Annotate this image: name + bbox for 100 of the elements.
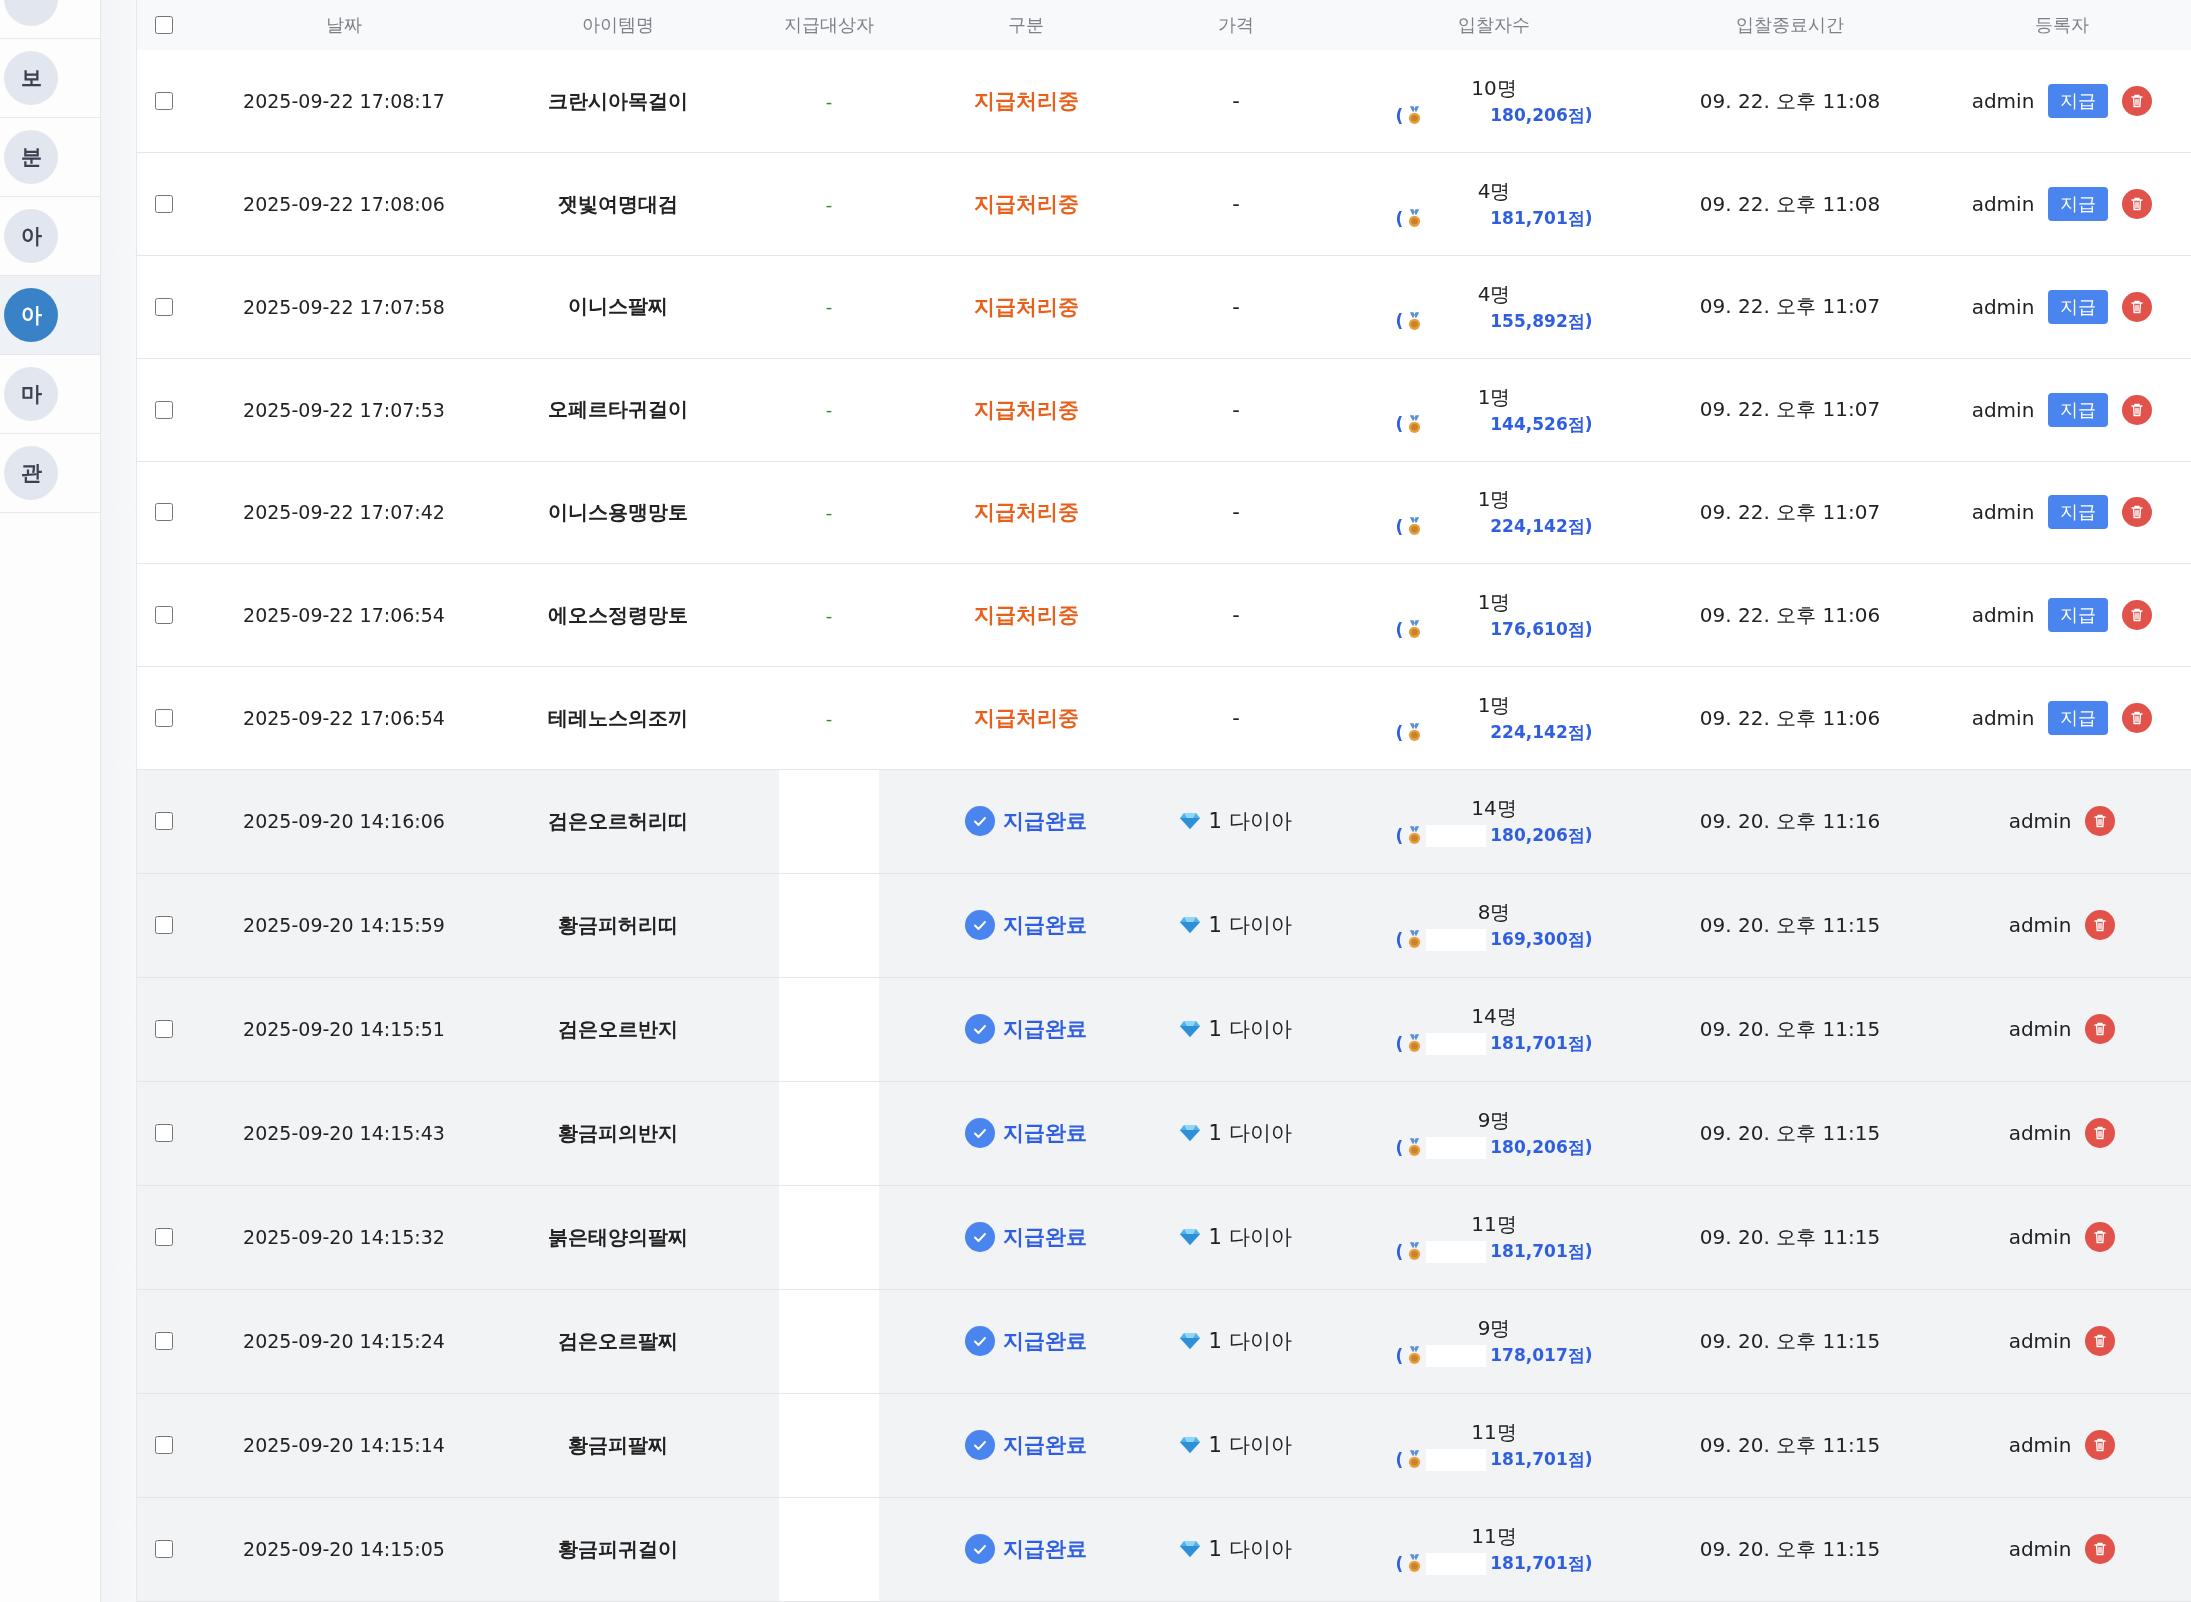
delete-button[interactable] [2085,1534,2116,1565]
pay-button[interactable]: 지급 [2048,392,2109,427]
item-name: 크란시아목걸이 [548,87,688,115]
trash-icon [2129,196,2146,213]
row-checkbox[interactable] [155,503,173,522]
row-checkbox[interactable] [155,92,173,111]
row-checkbox[interactable] [155,1332,173,1351]
trash-icon [2129,504,2146,521]
diamond-icon [1180,1436,1201,1455]
bid-paren: ( [1395,1450,1404,1470]
column-header: 아이템명 [582,13,654,38]
bid-paren: ( [1395,1034,1404,1054]
status-text: 지급완료 [1003,1536,1087,1564]
diamond-icon [1180,812,1201,831]
registrant-name: admin [2008,1225,2072,1250]
select-all-checkbox[interactable] [155,16,173,35]
status-text: 지급완료 [1003,808,1087,836]
column-header: 입찰자수 [1458,13,1530,38]
bidder-count: 8명 [1477,899,1511,927]
delete-button[interactable] [2085,1326,2116,1357]
menu-avatar-button[interactable]: 아 [4,288,58,342]
row-checkbox[interactable] [155,297,173,316]
pay-button[interactable]: 지급 [2048,495,2109,530]
row-checkbox[interactable] [155,916,173,935]
diamond-icon [1180,1124,1201,1143]
registrant-name: admin [1971,397,2035,422]
menu-avatar-button[interactable]: 마 [4,367,58,421]
pay-button[interactable]: 지급 [2048,84,2109,119]
end-time: 09. 22. 오후 11:07 [1699,499,1881,526]
trash-icon [2129,93,2146,110]
row-checkbox[interactable] [155,709,173,728]
end-time: 09. 22. 오후 11:07 [1699,293,1881,321]
row-checkbox[interactable] [155,400,173,419]
delete-button[interactable] [2085,1118,2116,1149]
end-time: 09. 22. 오후 11:07 [1699,396,1881,424]
check-circle-icon [965,1222,995,1253]
delete-button[interactable] [2122,86,2153,117]
registrant-name: admin [1971,192,2035,217]
bidder-count: 10명 [1471,75,1517,103]
diamond-icon [1180,1332,1201,1351]
trash-icon [2092,1333,2109,1350]
delete-button[interactable] [2122,291,2153,322]
registrant-name: admin [2008,1433,2072,1458]
price-text: - [1232,706,1240,731]
item-name: 잿빛여명대검 [558,190,678,218]
bidder-count: 11명 [1471,1523,1517,1551]
price-text: 1 다이아 [1208,912,1292,940]
delete-button[interactable] [2085,806,2116,837]
status-text: 지급완료 [1003,1224,1087,1252]
row-checkbox[interactable] [155,1436,173,1455]
pay-button[interactable]: 지급 [2048,598,2109,633]
row-checkbox[interactable] [155,1540,173,1559]
end-time: 09. 20. 오후 11:15 [1699,1432,1881,1459]
trash-icon [2129,607,2146,624]
bid-paren: ( [1395,826,1404,846]
row-checkbox[interactable] [155,606,173,625]
bid-score: 144,526점) [1490,412,1593,436]
menu-avatar-button[interactable]: 아 [4,209,58,263]
delete-button[interactable] [2122,394,2153,425]
delete-button[interactable] [2122,497,2153,528]
price-text: - [1232,192,1240,217]
delete-button[interactable] [2122,600,2153,631]
bid-score: 181,701점) [1490,207,1593,231]
item-name: 테레노스의조끼 [548,704,688,732]
check-circle-icon [965,1118,995,1149]
registrant-name: admin [2008,809,2072,834]
row-checkbox[interactable] [155,1124,173,1143]
status-text: 지급완료 [1003,1120,1087,1148]
date-text: 2025-09-22 17:08:17 [243,90,445,113]
date-text: 2025-09-22 17:06:54 [243,707,445,730]
pay-button[interactable]: 지급 [2048,701,2109,736]
end-time: 09. 20. 오후 11:15 [1699,1120,1881,1147]
column-header: 가격 [1218,13,1254,38]
check-circle-icon [965,806,995,837]
date-text: 2025-09-22 17:07:42 [243,501,445,524]
date-text: 2025-09-22 17:08:06 [243,193,445,216]
row-checkbox[interactable] [155,812,173,831]
menu-avatar-button[interactable]: 분 [4,130,58,184]
delete-button[interactable] [2122,189,2153,220]
item-name: 황금피허리띠 [558,912,678,939]
menu-avatar-button[interactable]: 관 [4,446,58,500]
status-text: 지급처리중 [973,293,1079,321]
item-name: 황금피팔찌 [568,1432,668,1459]
delete-button[interactable] [2085,1430,2116,1461]
row-checkbox[interactable] [155,1020,173,1039]
column-header: 구분 [1008,13,1044,38]
price-text: 1 다이아 [1208,1432,1292,1460]
delete-button[interactable] [2085,1222,2116,1253]
column-header: 등록자 [2035,13,2089,38]
delete-button[interactable] [2085,1014,2116,1045]
end-time: 09. 20. 오후 11:15 [1699,1016,1881,1043]
delete-button[interactable] [2122,703,2153,734]
delete-button[interactable] [2085,910,2116,941]
registrant-name: admin [2008,1017,2072,1042]
pay-button[interactable]: 지급 [2048,289,2109,324]
row-checkbox[interactable] [155,1228,173,1247]
menu-avatar-button[interactable]: 보 [4,51,58,105]
registrant-name: admin [2008,1329,2072,1354]
row-checkbox[interactable] [155,195,173,214]
pay-button[interactable]: 지급 [2048,187,2109,222]
